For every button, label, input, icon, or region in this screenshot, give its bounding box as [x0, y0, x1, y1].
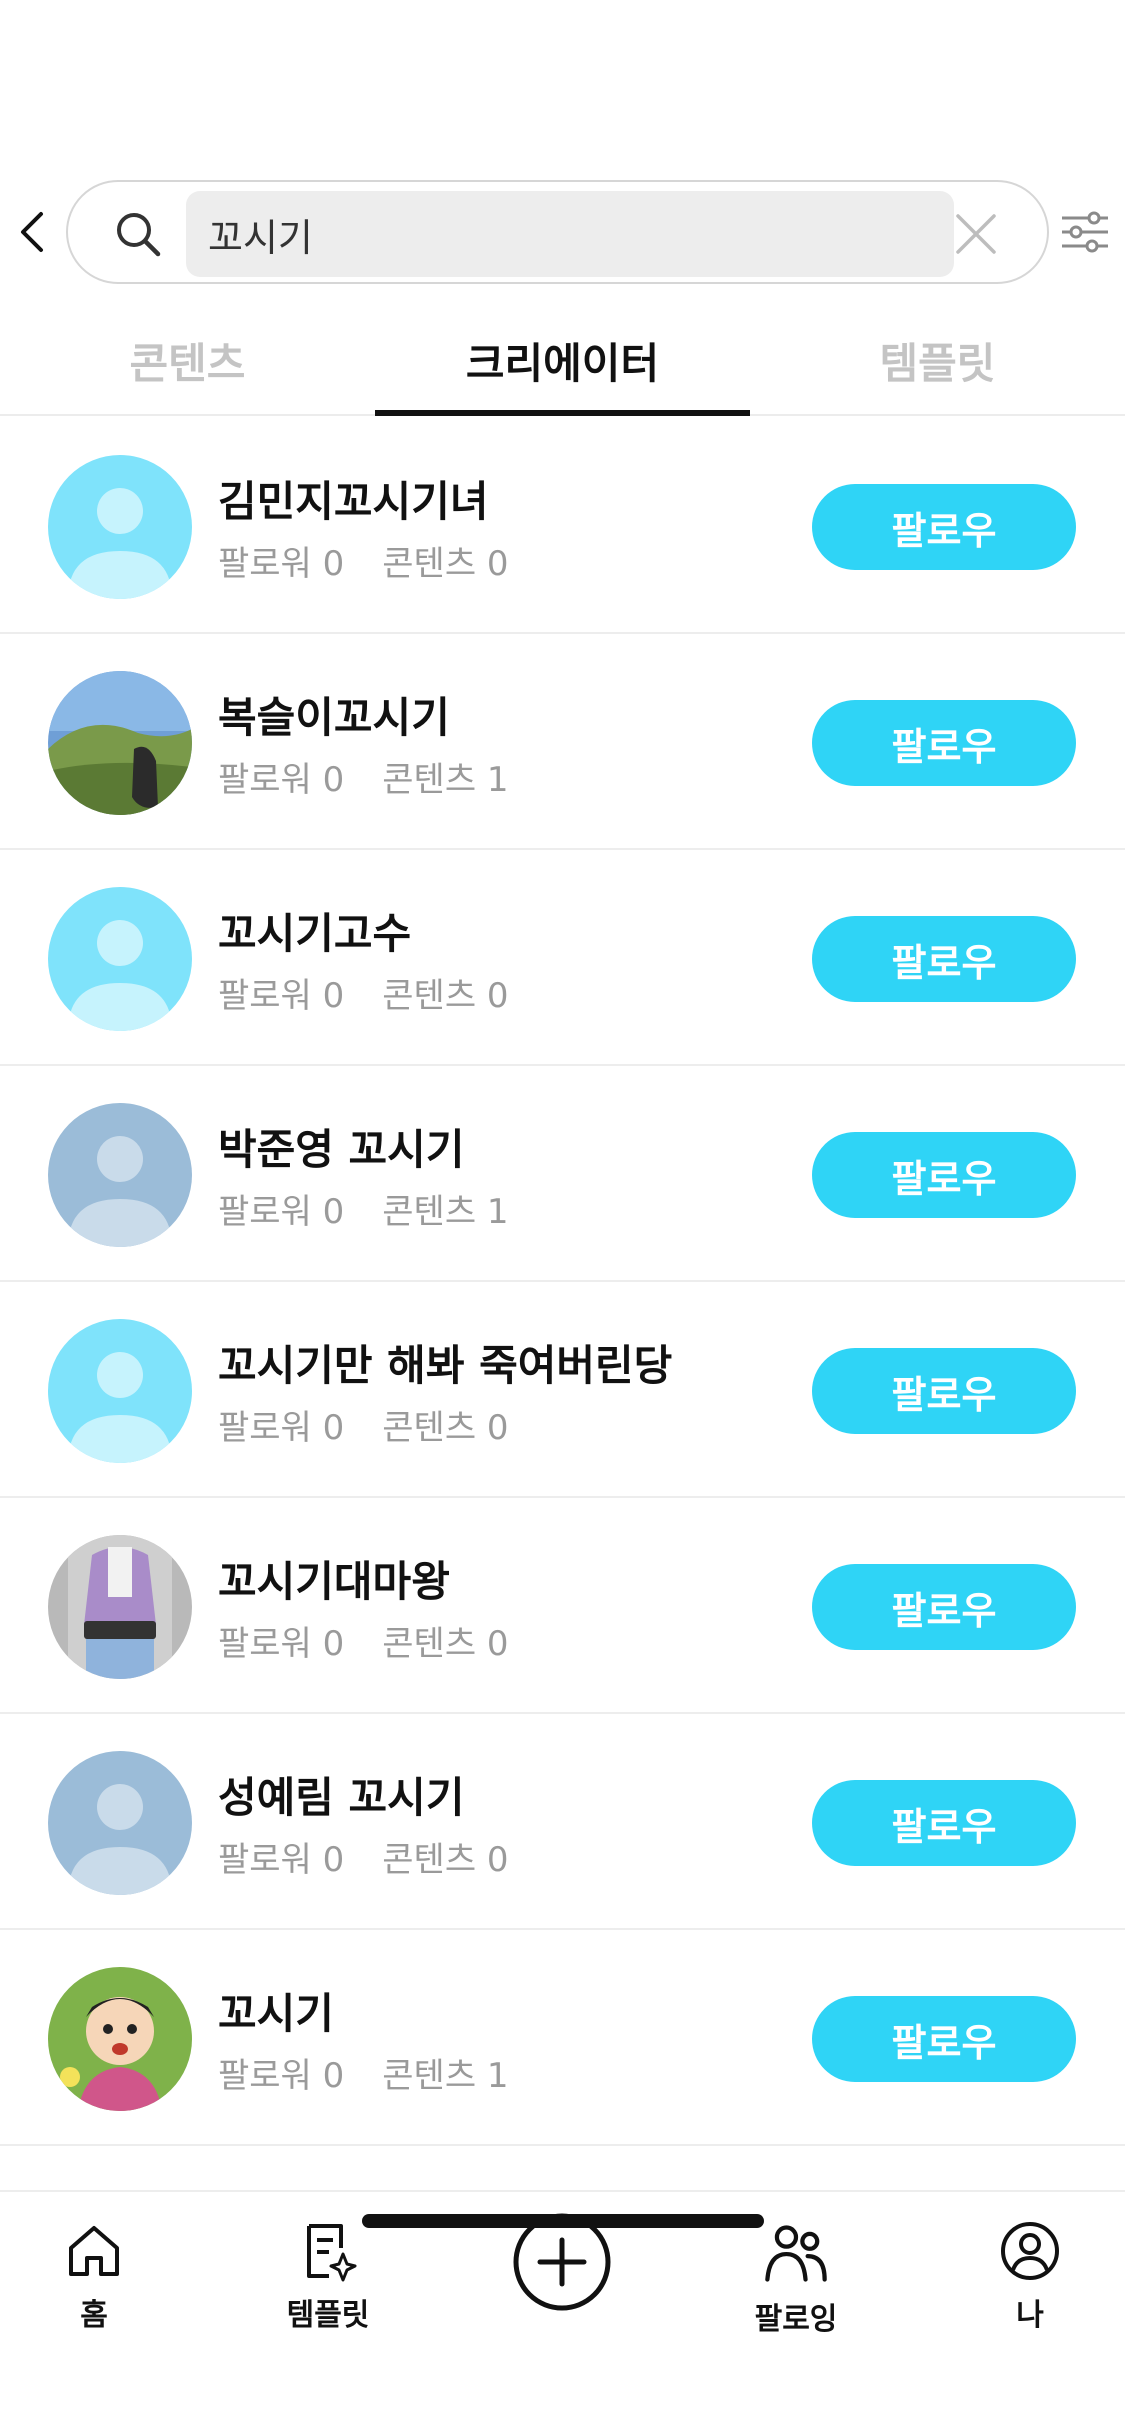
nav-following-label: 팔로잉	[754, 2302, 838, 2337]
default-avatar-icon	[48, 887, 192, 1031]
default-avatar-icon	[48, 455, 192, 599]
creator-name: 성예림 꼬시기	[218, 1773, 465, 1822]
avatar[interactable]	[48, 1103, 192, 1247]
creator-row[interactable]: 꼬시기만 해봐 죽여버린당 팔로워 0 콘텐츠 0 팔로우	[0, 1282, 1125, 1498]
creator-stats: 팔로워 0 콘텐츠 1	[218, 1184, 509, 1233]
content-count: 콘텐츠 1	[382, 760, 509, 800]
creator-stats: 팔로워 0 콘텐츠 0	[218, 1832, 509, 1881]
creator-row[interactable]: 꼬시기 팔로워 0 콘텐츠 1 팔로우	[0, 1930, 1125, 2146]
nav-home[interactable]: 홈	[14, 2218, 174, 2334]
filter-sliders-icon[interactable]	[1058, 206, 1112, 258]
content-count: 콘텐츠 0	[382, 976, 509, 1016]
creator-stats: 팔로워 0 콘텐츠 0	[218, 968, 509, 1017]
creator-name: 꼬시기대마왕	[218, 1557, 450, 1606]
result-tabs: 콘텐츠 크리에이터 템플릿	[0, 316, 1125, 416]
content-count: 콘텐츠 0	[382, 1624, 509, 1664]
active-tab-indicator	[375, 410, 750, 416]
avatar[interactable]	[48, 671, 192, 815]
search-input[interactable]: 꼬시기	[186, 191, 954, 277]
creator-stats: 팔로워 0 콘텐츠 0	[218, 1400, 509, 1449]
people-icon	[765, 2225, 827, 2282]
creator-row[interactable]: 김민지꼬시기녀 팔로워 0 콘텐츠 0 팔로우	[0, 418, 1125, 634]
content-count: 콘텐츠 0	[382, 1408, 509, 1448]
creator-stats: 팔로워 0 콘텐츠 0	[218, 536, 509, 585]
follower-count: 팔로워 0	[218, 2056, 345, 2096]
follower-count: 팔로워 0	[218, 760, 345, 800]
avatar[interactable]	[48, 1751, 192, 1895]
landscape-photo-icon	[48, 671, 192, 815]
follow-button[interactable]: 팔로우	[812, 700, 1076, 786]
avatar[interactable]	[48, 455, 192, 599]
nav-home-label: 홈	[80, 2298, 108, 2333]
avatar[interactable]	[48, 1319, 192, 1463]
creator-name: 꼬시기고수	[218, 909, 412, 958]
creator-row[interactable]: 박준영 꼬시기 팔로워 0 콘텐츠 1 팔로우	[0, 1066, 1125, 1282]
tab-creators[interactable]: 크리에이터	[375, 316, 750, 416]
content-count: 콘텐츠 0	[382, 1840, 509, 1880]
template-edit-icon	[307, 2224, 357, 2282]
chevron-left-icon	[21, 212, 43, 252]
creator-name: 복슬이꼬시기	[218, 693, 450, 742]
nav-me[interactable]: 나	[950, 2218, 1110, 2334]
follow-button[interactable]: 팔로우	[812, 484, 1076, 570]
follow-button[interactable]: 팔로우	[812, 1564, 1076, 1650]
home-icon	[69, 2226, 119, 2276]
creator-row[interactable]: 복슬이꼬시기 팔로워 0 콘텐츠 1 팔로우	[0, 634, 1125, 850]
nav-template[interactable]: 템플릿	[248, 2218, 408, 2334]
follower-count: 팔로워 0	[218, 544, 345, 584]
avatar[interactable]	[48, 1535, 192, 1679]
follow-button[interactable]: 팔로우	[812, 1348, 1076, 1434]
follower-count: 팔로워 0	[218, 1192, 345, 1232]
content-count: 콘텐츠 0	[382, 544, 509, 584]
creator-name: 김민지꼬시기녀	[218, 477, 489, 526]
avatar[interactable]	[48, 1967, 192, 2111]
creator-row[interactable]: 꼬시기고수 팔로워 0 콘텐츠 0 팔로우	[0, 850, 1125, 1066]
creator-stats: 팔로워 0 콘텐츠 1	[218, 2048, 509, 2097]
clear-icon[interactable]	[948, 206, 1004, 262]
search-header: 꼬시기	[0, 178, 1125, 286]
content-count: 콘텐츠 1	[382, 2056, 509, 2096]
follow-button[interactable]: 팔로우	[812, 1132, 1076, 1218]
follower-count: 팔로워 0	[218, 1408, 345, 1448]
avatar[interactable]	[48, 887, 192, 1031]
nav-me-label: 나	[1016, 2298, 1044, 2333]
follower-count: 팔로워 0	[218, 976, 345, 1016]
follower-count: 팔로워 0	[218, 1624, 345, 1664]
follow-button[interactable]: 팔로우	[812, 1780, 1076, 1866]
follow-button[interactable]: 팔로우	[812, 916, 1076, 1002]
search-icon	[117, 213, 161, 257]
creator-name: 박준영 꼬시기	[218, 1125, 465, 1174]
follow-button[interactable]: 팔로우	[812, 1996, 1076, 2082]
creator-row[interactable]: 성예림 꼬시기 팔로워 0 콘텐츠 0 팔로우	[0, 1714, 1125, 1930]
home-indicator	[362, 2214, 764, 2228]
profile-icon	[1001, 2222, 1059, 2280]
search-query-text: 꼬시기	[208, 215, 313, 260]
search-box: 꼬시기	[66, 180, 1049, 284]
nav-following[interactable]: 팔로잉	[716, 2218, 876, 2338]
tab-templates[interactable]: 템플릿	[750, 316, 1125, 416]
cartoon-photo-icon	[48, 1967, 192, 2111]
default-avatar-icon	[48, 1103, 192, 1247]
default-avatar-icon	[48, 1319, 192, 1463]
creator-stats: 팔로워 0 콘텐츠 0	[218, 1616, 509, 1665]
creator-list: 김민지꼬시기녀 팔로워 0 콘텐츠 0 팔로우 복슬이꼬시기 팔로워 0 콘텐츠 1…	[0, 418, 1125, 2146]
tab-contents[interactable]: 콘텐츠	[0, 316, 375, 416]
content-count: 콘텐츠 1	[382, 1192, 509, 1232]
person-photo-icon	[48, 1535, 192, 1679]
follower-count: 팔로워 0	[218, 1840, 345, 1880]
default-avatar-icon	[48, 1751, 192, 1895]
creator-stats: 팔로워 0 콘텐츠 1	[218, 752, 509, 801]
creator-name: 꼬시기만 해봐 죽여버린당	[218, 1341, 673, 1390]
creator-name: 꼬시기	[218, 1989, 334, 2038]
back-button[interactable]	[12, 206, 52, 258]
nav-template-label: 템플릿	[286, 2298, 370, 2333]
creator-row[interactable]: 꼬시기대마왕 팔로워 0 콘텐츠 0 팔로우	[0, 1498, 1125, 1714]
